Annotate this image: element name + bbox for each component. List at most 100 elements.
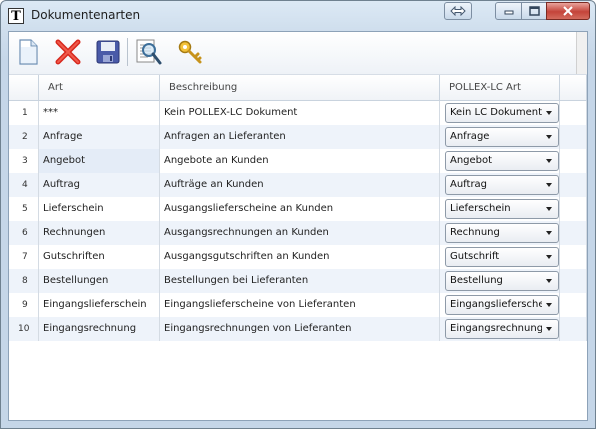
filler-cell — [560, 269, 587, 293]
pollex-cell: Lieferschein — [440, 197, 560, 221]
art-cell[interactable]: Eingangsrechnung — [39, 317, 160, 341]
pollex-art-dropdown[interactable]: Angebot — [445, 151, 559, 171]
table-row[interactable]: 7 Gutschriften Ausgangsgutschriften an K… — [9, 245, 587, 269]
filler-cell — [560, 317, 587, 341]
key-icon — [178, 40, 202, 64]
row-number: 1 — [9, 101, 39, 125]
dokumentenarten-window: T Dokumentenarten Art Beschreibung POLLE… — [0, 0, 596, 429]
dropdown-arrow-icon — [546, 183, 552, 187]
art-cell[interactable]: Lieferschein — [39, 197, 160, 221]
dropdown-value: Gutschrift — [450, 251, 500, 262]
beschreibung-cell[interactable]: Eingangsrechnungen von Lieferanten — [160, 317, 440, 341]
pollex-cell: Eingangsrechnung — [440, 317, 560, 341]
key-button[interactable] — [175, 36, 205, 68]
pollex-cell: Rechnung — [440, 221, 560, 245]
table-row[interactable]: 1 *** Kein POLLEX-LC Dokument Kein LC Do… — [9, 101, 587, 125]
filler-cell — [560, 221, 587, 245]
dropdown-arrow-icon — [546, 255, 552, 259]
swap-window-button[interactable] — [444, 2, 472, 20]
art-cell-selected[interactable]: Angebot — [39, 149, 160, 173]
client-area: Art Beschreibung POLLEX-LC Art 1 *** Kei… — [8, 31, 588, 421]
art-cell[interactable]: Bestellungen — [39, 269, 160, 293]
dropdown-value: Angebot — [450, 155, 493, 166]
beschreibung-cell[interactable]: Ausgangsrechnungen an Kunden — [160, 221, 440, 245]
row-number: 8 — [9, 269, 39, 293]
header-art[interactable]: Art — [39, 75, 160, 101]
pollex-art-dropdown[interactable]: Eingangslieferschein — [445, 295, 559, 315]
row-number: 10 — [9, 317, 39, 341]
art-cell[interactable]: Anfrage — [39, 125, 160, 149]
minimize-icon — [504, 10, 513, 15]
table-row[interactable]: 8 Bestellungen Bestellungen bei Lieferan… — [9, 269, 587, 293]
title-bar[interactable]: T Dokumentenarten — [1, 1, 595, 31]
header-pollex-lc-art[interactable]: POLLEX-LC Art — [440, 75, 560, 101]
save-button[interactable] — [93, 36, 123, 68]
dropdown-arrow-icon — [546, 207, 552, 211]
table-row[interactable]: 6 Rechnungen Ausgangsrechnungen an Kunde… — [9, 221, 587, 245]
art-cell[interactable]: Eingangslieferschein — [39, 293, 160, 317]
close-icon — [563, 6, 573, 16]
dropdown-value: Auftrag — [450, 179, 488, 190]
art-cell[interactable]: Rechnungen — [39, 221, 160, 245]
pollex-art-dropdown[interactable]: Lieferschein — [445, 199, 559, 219]
pollex-art-dropdown[interactable]: Gutschrift — [445, 247, 559, 267]
dropdown-arrow-icon — [546, 231, 552, 235]
beschreibung-cell[interactable]: Bestellungen bei Lieferanten — [160, 269, 440, 293]
art-cell[interactable]: Gutschriften — [39, 245, 160, 269]
art-cell[interactable]: *** — [39, 101, 160, 125]
maximize-icon — [528, 6, 540, 16]
new-document-icon — [19, 39, 38, 65]
dropdown-arrow-icon — [546, 303, 552, 307]
table-row[interactable]: 3 Angebot Angebote an Kunden Angebot — [9, 149, 587, 173]
row-number: 6 — [9, 221, 39, 245]
pollex-art-dropdown[interactable]: Bestellung — [445, 271, 559, 291]
pollex-cell: Bestellung — [440, 269, 560, 293]
delete-x-icon — [55, 39, 81, 65]
dropdown-value: Bestellung — [450, 275, 503, 286]
filler-cell — [560, 293, 587, 317]
dropdown-value: Lieferschein — [450, 203, 511, 214]
pollex-cell: Gutschrift — [440, 245, 560, 269]
table-row[interactable]: 4 Auftrag Aufträge an Kunden Auftrag — [9, 173, 587, 197]
pollex-art-dropdown[interactable]: Anfrage — [445, 127, 559, 147]
window-title: Dokumentenarten — [31, 8, 141, 22]
maximize-button[interactable] — [521, 2, 547, 20]
art-cell[interactable]: Auftrag — [39, 173, 160, 197]
table-row[interactable]: 5 Lieferschein Ausgangslieferscheine an … — [9, 197, 587, 221]
table-row[interactable]: 10 Eingangsrechnung Eingangsrechnungen v… — [9, 317, 587, 341]
beschreibung-cell[interactable]: Anfragen an Lieferanten — [160, 125, 440, 149]
beschreibung-cell[interactable]: Eingangslieferscheine von Lieferanten — [160, 293, 440, 317]
beschreibung-cell[interactable]: Angebote an Kunden — [160, 149, 440, 173]
table-row[interactable]: 2 Anfrage Anfragen an Lieferanten Anfrag… — [9, 125, 587, 149]
delete-button[interactable] — [53, 36, 83, 68]
row-number: 2 — [9, 125, 39, 149]
beschreibung-cell[interactable]: Ausgangslieferscheine an Kunden — [160, 197, 440, 221]
minimize-button[interactable] — [495, 2, 522, 20]
pollex-cell: Anfrage — [440, 125, 560, 149]
header-row-number — [9, 75, 39, 101]
table-row[interactable]: 9 Eingangslieferschein Eingangsliefersch… — [9, 293, 587, 317]
dropdown-value: Rechnung — [450, 227, 500, 238]
pollex-art-dropdown[interactable]: Eingangsrechnung — [445, 319, 559, 339]
beschreibung-cell[interactable]: Ausgangsgutschriften an Kunden — [160, 245, 440, 269]
search-button[interactable] — [133, 36, 163, 68]
beschreibung-cell[interactable]: Aufträge an Kunden — [160, 173, 440, 197]
filler-cell — [560, 245, 587, 269]
toolbar-separator — [127, 38, 128, 66]
pollex-art-dropdown[interactable]: Auftrag — [445, 175, 559, 195]
new-button[interactable] — [13, 36, 43, 68]
header-beschreibung[interactable]: Beschreibung — [160, 75, 440, 101]
toolbar-overflow-scroll[interactable] — [576, 32, 587, 74]
row-number: 4 — [9, 173, 39, 197]
row-number: 9 — [9, 293, 39, 317]
filler-cell — [560, 197, 587, 221]
pollex-art-dropdown[interactable]: Kein LC Dokument — [445, 103, 559, 123]
dropdown-arrow-icon — [546, 279, 552, 283]
search-magnifier-icon — [136, 39, 162, 65]
dropdown-value: Anfrage — [450, 131, 490, 142]
close-button[interactable] — [546, 2, 590, 20]
row-number: 7 — [9, 245, 39, 269]
pollex-art-dropdown[interactable]: Rechnung — [445, 223, 559, 243]
pollex-cell: Auftrag — [440, 173, 560, 197]
beschreibung-cell[interactable]: Kein POLLEX-LC Dokument — [160, 101, 440, 125]
